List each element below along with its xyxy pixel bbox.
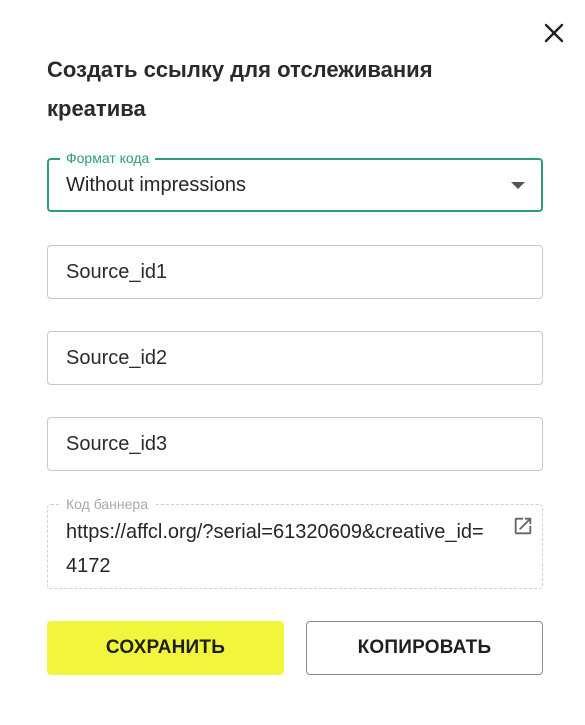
source-id1-field[interactable]: Source_id1 xyxy=(47,245,543,299)
banner-code-field[interactable]: Код баннера https://affcl.org/?serial=61… xyxy=(47,496,543,589)
open-link-button[interactable] xyxy=(512,515,534,537)
code-format-select[interactable]: Формат кода Without impressions xyxy=(47,150,543,212)
source-id3-field[interactable]: Source_id3 xyxy=(47,417,543,471)
create-tracking-link-dialog: Создать ссылку для отслеживания креатива… xyxy=(0,0,585,725)
code-format-value[interactable]: Without impressions xyxy=(66,174,246,197)
close-icon[interactable] xyxy=(539,18,569,48)
copy-button[interactable]: КОПИРОВАТЬ xyxy=(306,621,543,675)
banner-code-value[interactable]: https://affcl.org/?serial=61320609&creat… xyxy=(66,515,486,583)
close-button[interactable] xyxy=(539,18,569,48)
dialog-title: Создать ссылку для отслеживания креатива xyxy=(47,57,433,121)
banner-code-label: Код баннера xyxy=(60,496,154,512)
code-format-label: Формат кода xyxy=(60,150,156,166)
open-in-new-icon[interactable] xyxy=(512,515,534,537)
save-button[interactable]: СОХРАНИТЬ xyxy=(47,621,284,675)
source-id2-field[interactable]: Source_id2 xyxy=(47,331,543,385)
dropdown-arrow-icon[interactable] xyxy=(511,182,525,189)
source-id3-value[interactable]: Source_id3 xyxy=(66,433,167,456)
source-id1-value[interactable]: Source_id1 xyxy=(66,261,167,284)
source-id2-value[interactable]: Source_id2 xyxy=(66,347,167,370)
